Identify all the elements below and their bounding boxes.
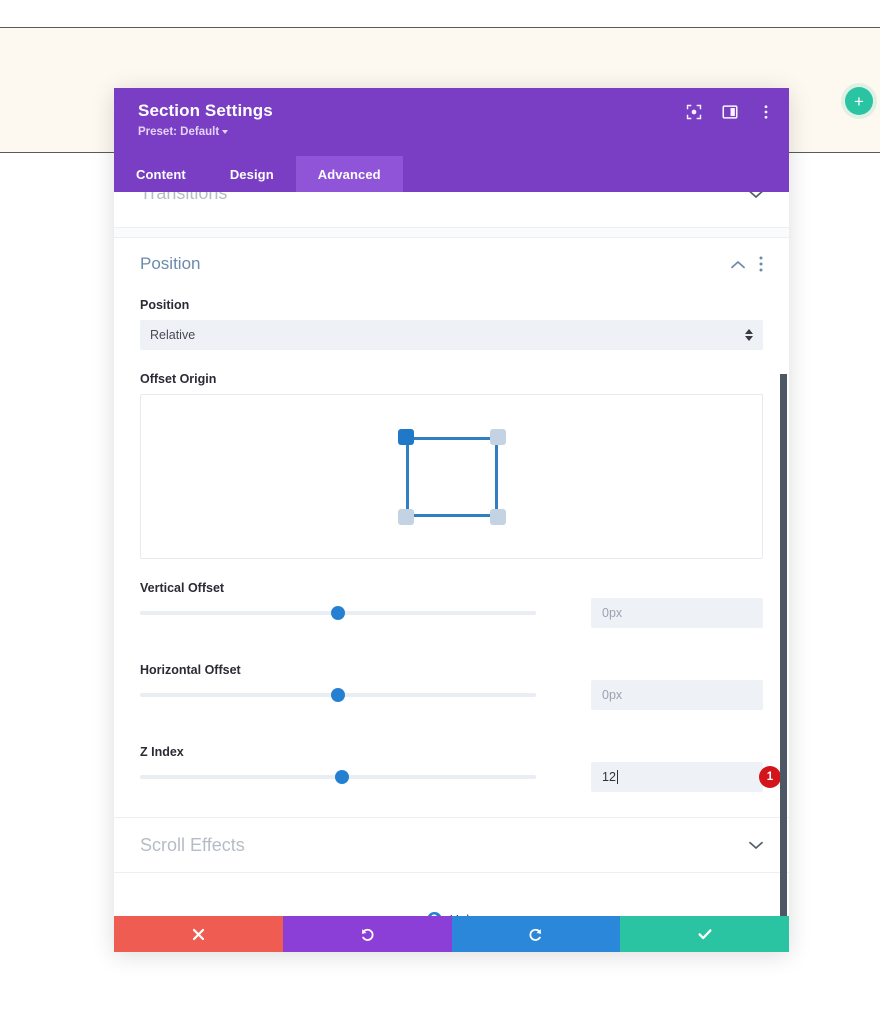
modal-tabs: Content Design Advanced	[114, 156, 789, 192]
position-select[interactable]: Relative	[140, 320, 763, 350]
help-icon[interactable]: ?	[426, 911, 442, 916]
undo-button[interactable]	[282, 916, 452, 952]
section-title-transitions: Transitions	[140, 192, 228, 203]
modal-footer	[114, 916, 789, 952]
vertical-offset-slider[interactable]	[140, 603, 536, 623]
checkmark-icon	[698, 929, 712, 940]
status-badge: 1	[759, 766, 781, 788]
z-index-row: 12 1	[140, 762, 781, 792]
offset-origin-grid	[397, 428, 506, 525]
preset-label: Preset: Default	[138, 126, 220, 138]
origin-line-left	[405, 440, 409, 513]
label-z-index: Z Index	[140, 745, 184, 759]
chevron-down-icon	[222, 129, 229, 134]
section-title-scroll-effects: Scroll Effects	[140, 834, 245, 855]
text-cursor	[616, 770, 618, 784]
section-header-transitions[interactable]: Transitions	[114, 192, 789, 228]
origin-line-bottom	[409, 513, 494, 517]
chevron-down-icon[interactable]	[749, 192, 763, 199]
save-button[interactable]	[620, 916, 789, 952]
label-offset-origin: Offset Origin	[140, 372, 217, 386]
redo-icon	[529, 928, 542, 941]
panel-layout-icon[interactable]	[721, 103, 739, 121]
vertical-offset-input[interactable]: 0px	[591, 598, 763, 628]
horizontal-offset-row: 0px	[140, 680, 763, 710]
slider-thumb[interactable]	[334, 770, 349, 784]
vertical-scrollbar[interactable]	[780, 374, 787, 916]
origin-handle-bottom-right[interactable]	[489, 508, 506, 525]
chevron-up-icon[interactable]	[731, 260, 745, 269]
more-vertical-icon[interactable]	[759, 256, 763, 272]
modal-title: Section Settings	[138, 101, 273, 120]
modal-header-actions	[685, 103, 775, 121]
plus-icon: +	[854, 91, 864, 111]
label-position: Position	[140, 298, 190, 312]
offset-origin-picker[interactable]	[140, 394, 763, 559]
page-divider-top	[0, 27, 880, 28]
horizontal-offset-input[interactable]: 0px	[591, 680, 763, 710]
slider-thumb[interactable]	[331, 606, 345, 620]
more-vertical-icon[interactable]	[757, 103, 775, 121]
z-index-input[interactable]: 12	[591, 762, 763, 792]
horizontal-offset-slider[interactable]	[140, 685, 536, 705]
select-stepper-icon	[745, 329, 753, 341]
help-link[interactable]: Help	[450, 912, 477, 917]
section-divider	[114, 228, 789, 238]
tab-content[interactable]: Content	[114, 156, 208, 192]
position-fields: Position Relative Offset Origin Vertical…	[114, 298, 789, 817]
preset-selector[interactable]: Preset: Default	[138, 126, 229, 138]
redo-button[interactable]	[451, 916, 621, 952]
vertical-offset-placeholder: 0px	[602, 606, 623, 620]
focus-icon[interactable]	[685, 103, 703, 121]
undo-icon	[361, 928, 374, 941]
slider-thumb[interactable]	[331, 688, 345, 702]
origin-line-right	[494, 440, 498, 513]
position-select-value: Relative	[150, 328, 196, 342]
label-horizontal-offset: Horizontal Offset	[140, 663, 241, 677]
section-settings-modal: Section Settings Preset: Default Content…	[114, 88, 789, 952]
origin-handle-bottom-left[interactable]	[397, 508, 414, 525]
help-area: ? Help	[114, 873, 789, 916]
horizontal-offset-placeholder: 0px	[602, 688, 623, 702]
z-index-value: 12	[602, 770, 616, 784]
origin-line-top	[409, 436, 494, 440]
modal-body: Transitions Position Position Relative O…	[114, 192, 789, 916]
cancel-button[interactable]	[114, 916, 283, 952]
chevron-down-icon[interactable]	[749, 841, 763, 850]
tab-design[interactable]: Design	[208, 156, 296, 192]
close-icon	[192, 928, 204, 940]
section-header-position[interactable]: Position	[114, 238, 789, 290]
origin-handle-top-left[interactable]	[397, 428, 414, 445]
section-title-position: Position	[140, 254, 201, 273]
section-header-scroll-effects[interactable]: Scroll Effects	[114, 817, 789, 873]
modal-header: Section Settings Preset: Default	[114, 88, 789, 156]
origin-handle-top-right[interactable]	[489, 428, 506, 445]
settings-scroll-area: Transitions Position Position Relative O…	[114, 192, 789, 916]
tab-advanced[interactable]: Advanced	[295, 156, 403, 192]
z-index-slider[interactable]	[140, 767, 536, 787]
label-vertical-offset: Vertical Offset	[140, 581, 225, 595]
vertical-offset-row: 0px	[140, 598, 763, 628]
add-section-button[interactable]: +	[845, 87, 873, 115]
